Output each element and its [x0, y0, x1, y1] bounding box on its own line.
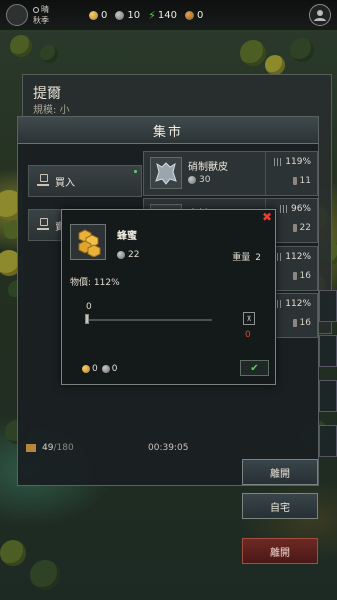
cargo-capacity: 49/180	[26, 443, 74, 453]
side-tab[interactable]	[319, 425, 337, 457]
trend-icon	[274, 157, 283, 166]
notification-dot	[134, 170, 137, 173]
gold-coin-icon	[82, 365, 90, 373]
gold-coin-icon	[89, 10, 98, 20]
scale-label: 規模:	[33, 105, 57, 116]
buy-icon	[37, 174, 49, 186]
item-price: 22	[117, 250, 139, 260]
goods-row[interactable]: 硝制獸皮 30 119% 11	[143, 151, 318, 196]
close-icon[interactable]: ✖	[262, 210, 272, 224]
stock-icon	[292, 176, 297, 185]
item-detail-popup: ✖ 蜂蜜 22 重量 2 物價: 112% 0 ⊼ 0 0 0 ✔	[61, 209, 276, 385]
check-icon: ✔	[250, 362, 259, 374]
stock-icon	[292, 223, 297, 232]
weather-label: 晴	[41, 5, 49, 14]
tab-buy-label: 買入	[55, 177, 75, 189]
honeycomb-icon	[70, 224, 106, 260]
side-tab[interactable]	[319, 380, 337, 412]
silver-count: 10	[127, 9, 141, 21]
goods-stock: 16	[292, 318, 311, 328]
max-quantity-value: 0	[245, 330, 251, 340]
trend-icon	[279, 204, 288, 213]
goods-stock: 22	[292, 223, 311, 233]
silver-coin-icon	[115, 10, 125, 20]
capacity-max: /180	[53, 443, 74, 453]
silver-coin-icon	[117, 251, 125, 259]
energy-count: 140	[157, 9, 177, 21]
quantity-slider-handle[interactable]	[85, 314, 89, 324]
user-icon	[314, 10, 326, 21]
tanned-hide-icon	[150, 157, 182, 189]
cargo-icon	[26, 444, 36, 452]
max-quantity-button[interactable]: ⊼	[243, 312, 255, 325]
goods-stock: 16	[292, 271, 311, 281]
stock-icon	[292, 318, 297, 327]
goods-name: 硝制獸皮	[188, 162, 228, 173]
sell-icon	[37, 218, 49, 230]
goods-price-ratio: 112%	[274, 299, 311, 309]
tab-buy[interactable]: 買入	[28, 165, 142, 197]
lightning-icon: ⚡	[148, 8, 156, 22]
leave-town-label: 離開	[270, 547, 290, 559]
silver-coin-icon	[101, 365, 110, 373]
home-label: 自宅	[270, 502, 290, 514]
goods-price-ratio: 119%	[274, 157, 311, 167]
total-gold: 0	[92, 364, 98, 374]
market-leave-button[interactable]: 離開	[242, 459, 318, 485]
total-silver: 0	[111, 364, 118, 374]
silver-resource: 10	[115, 10, 140, 21]
town-scale: 規模: 小	[33, 101, 70, 116]
bronze-count: 0	[196, 9, 204, 21]
leave-town-button[interactable]: 離開	[242, 538, 318, 564]
stock-icon	[292, 271, 297, 280]
top-status-bar: 晴 秋季 0 10 ⚡ 140 0	[0, 0, 337, 30]
bronze-coin-icon	[184, 10, 194, 20]
bronze-resource: 0	[184, 9, 204, 21]
market-timer: 00:39:05	[148, 443, 189, 453]
side-tab[interactable]	[319, 335, 337, 367]
total-cost: 0 0	[82, 364, 117, 374]
energy-resource: ⚡ 140	[148, 9, 177, 22]
goods-price-ratio: 112%	[274, 252, 311, 262]
gold-resource: 0	[89, 10, 107, 21]
quantity-slider-track[interactable]	[87, 319, 212, 321]
weather-info: 晴 秋季	[33, 4, 49, 26]
season-label: 秋季	[33, 16, 49, 25]
max-icon: ⊼	[246, 314, 252, 323]
town-title: 提爾	[33, 86, 61, 102]
goods-price-ratio: 96%	[279, 204, 311, 214]
goods-stock: 11	[292, 176, 311, 186]
home-button[interactable]: 自宅	[242, 493, 318, 519]
goods-price: 30	[188, 175, 210, 185]
silver-coin-icon	[188, 176, 196, 184]
price-ratio: 物價: 112%	[70, 278, 120, 288]
quantity-value: 0	[86, 302, 92, 312]
side-tab[interactable]	[319, 290, 337, 322]
settlement-avatar[interactable]	[6, 4, 28, 26]
gold-count: 0	[101, 9, 108, 21]
confirm-button[interactable]: ✔	[240, 360, 269, 376]
scale-value: 小	[59, 105, 70, 116]
market-title: 集市	[18, 117, 318, 144]
item-weight: 重量 2	[232, 253, 261, 263]
item-name: 蜂蜜	[117, 231, 137, 242]
capacity-used: 49	[42, 443, 54, 453]
profile-button[interactable]	[309, 4, 331, 26]
sun-icon	[33, 6, 39, 13]
market-leave-label: 離開	[270, 468, 290, 480]
